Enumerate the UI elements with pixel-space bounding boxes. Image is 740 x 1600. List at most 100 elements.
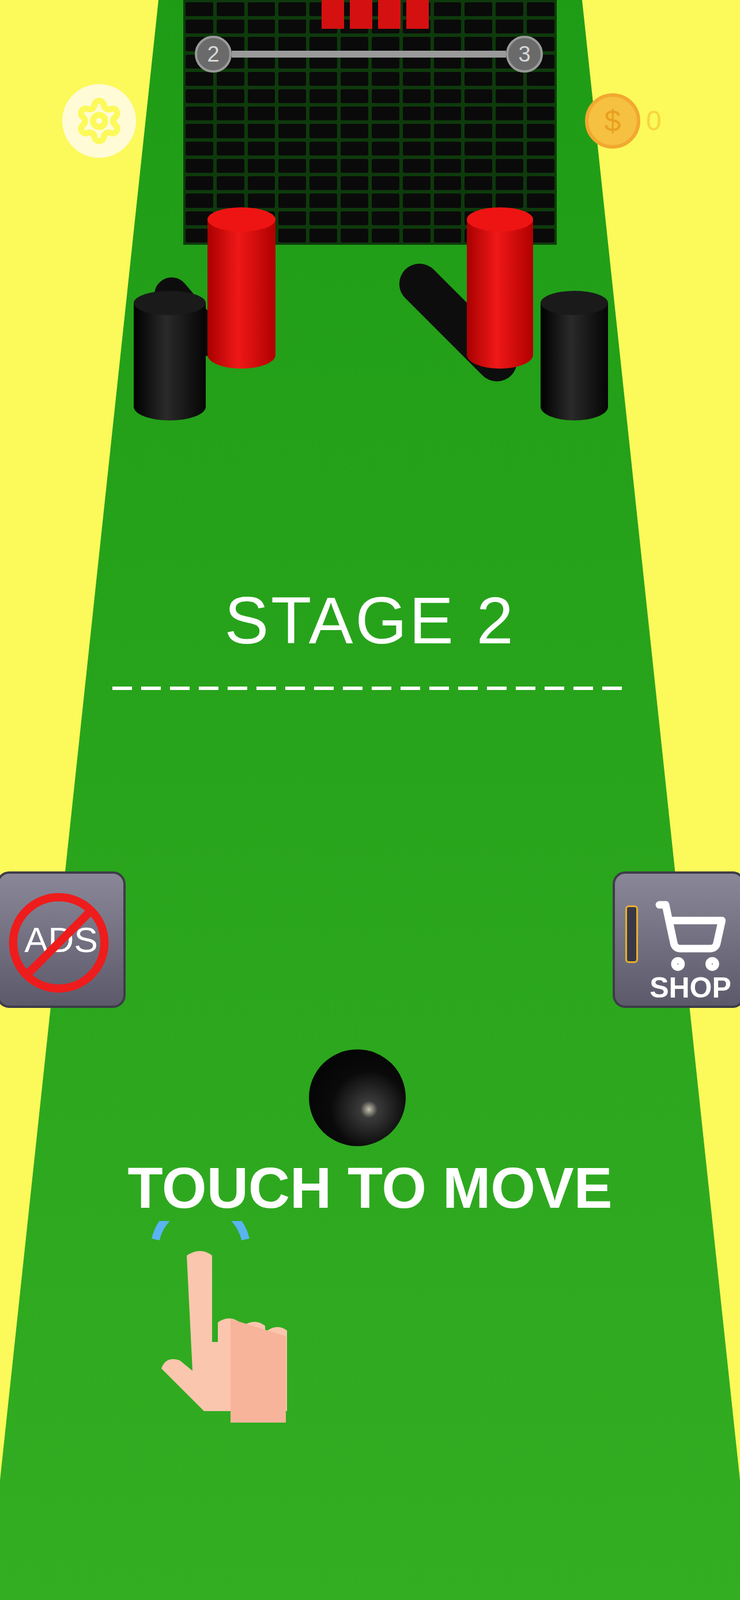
block — [433, 2, 462, 17]
gear-icon — [74, 96, 124, 146]
block — [371, 89, 400, 104]
block — [340, 211, 369, 226]
block — [216, 123, 245, 138]
block — [526, 72, 555, 86]
block — [216, 106, 245, 121]
block — [340, 89, 369, 104]
block — [216, 141, 245, 156]
block — [340, 193, 369, 208]
block — [185, 89, 214, 104]
block — [495, 2, 524, 17]
block — [402, 72, 431, 86]
block — [216, 193, 245, 208]
block — [278, 89, 307, 104]
block — [464, 141, 493, 156]
prohibited-icon — [6, 891, 111, 996]
block — [309, 141, 338, 156]
block — [526, 176, 555, 191]
block — [247, 89, 276, 104]
block — [340, 228, 369, 243]
block — [526, 123, 555, 138]
block — [402, 159, 431, 173]
block — [278, 211, 307, 226]
block — [433, 211, 462, 226]
block — [464, 2, 493, 17]
block — [433, 228, 462, 243]
block — [402, 211, 431, 226]
player-ball[interactable] — [308, 1050, 406, 1147]
progress-start: 2 — [194, 35, 232, 73]
block — [247, 72, 276, 86]
block — [216, 89, 245, 104]
block — [278, 19, 307, 34]
block — [340, 176, 369, 191]
block — [278, 123, 307, 138]
shop-button[interactable]: SHOP — [612, 871, 740, 1009]
block — [185, 193, 214, 208]
cart-icon — [647, 899, 734, 974]
block — [433, 193, 462, 208]
black-pillar — [133, 291, 206, 421]
block — [309, 159, 338, 173]
block — [495, 106, 524, 121]
red-blocks — [321, 0, 429, 29]
black-pillar — [540, 291, 609, 421]
block — [340, 123, 369, 138]
stage-label: STAGE 2 — [0, 587, 740, 655]
no-ads-button[interactable]: ADS — [0, 871, 126, 1009]
block — [495, 72, 524, 86]
block — [526, 19, 555, 34]
block — [495, 141, 524, 156]
block — [526, 89, 555, 104]
block — [278, 2, 307, 17]
block — [495, 89, 524, 104]
start-line — [112, 686, 629, 691]
block — [247, 141, 276, 156]
block — [495, 19, 524, 34]
settings-button[interactable] — [62, 84, 137, 158]
block — [402, 193, 431, 208]
block — [309, 123, 338, 138]
block — [402, 228, 431, 243]
block — [216, 176, 245, 191]
block — [185, 106, 214, 121]
block — [402, 123, 431, 138]
block — [371, 36, 400, 51]
progress-track — [231, 50, 507, 58]
block — [278, 72, 307, 86]
block — [464, 176, 493, 191]
block — [433, 176, 462, 191]
progress-end: 3 — [506, 35, 543, 73]
block — [247, 36, 276, 51]
block — [185, 2, 214, 17]
block — [309, 228, 338, 243]
block — [371, 193, 400, 208]
tap-hand-icon — [144, 1221, 294, 1436]
block — [371, 72, 400, 86]
block — [309, 193, 338, 208]
block — [433, 89, 462, 104]
block — [526, 159, 555, 173]
block — [402, 89, 431, 104]
block — [278, 159, 307, 173]
block — [495, 176, 524, 191]
coin-count: 0 — [646, 107, 662, 135]
stage-progress: 23 — [194, 35, 543, 73]
block — [371, 141, 400, 156]
hint-label: TOUCH TO MOVE — [0, 1159, 740, 1218]
block — [433, 159, 462, 173]
block — [216, 2, 245, 17]
block — [495, 193, 524, 208]
block — [340, 106, 369, 121]
block — [433, 72, 462, 86]
shop-label: SHOP — [649, 973, 732, 1003]
block — [185, 123, 214, 138]
coin-icon: $ — [584, 93, 641, 149]
block — [464, 159, 493, 173]
block — [526, 193, 555, 208]
block — [526, 141, 555, 156]
block — [185, 176, 214, 191]
game-screen[interactable]: 23$0STAGE 2ADSSHOPTOUCH TO MOVE — [0, 0, 740, 1600]
block — [495, 159, 524, 173]
block — [371, 211, 400, 226]
